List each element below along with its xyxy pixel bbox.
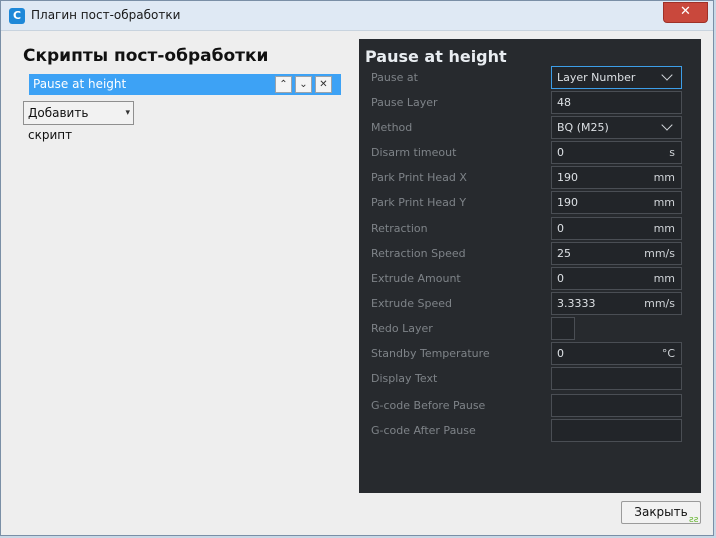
move-up-button[interactable]: ⌃ [275, 76, 292, 93]
resize-grip-icon[interactable]: ƨƨ [689, 515, 698, 525]
scripts-heading: Скрипты пост-обработки [23, 46, 269, 66]
setting-label: Park Print Head X [371, 171, 467, 184]
chevron-down-icon [661, 119, 673, 131]
setting-label: Redo Layer [371, 322, 433, 335]
setting-row: Park Print Head X 190 mm [359, 166, 701, 191]
setting-input[interactable]: 0 °C [551, 342, 682, 365]
window-close-button[interactable]: ✕ [663, 2, 708, 23]
setting-label: Pause at [371, 71, 418, 84]
setting-value: 3.3333 [557, 297, 596, 310]
settings-panel: Pause at height Pause at Layer Number Paus… [359, 39, 701, 493]
setting-label: Disarm timeout [371, 146, 457, 159]
setting-unit: °C [661, 347, 675, 360]
add-script-label: Добавить скрипт [28, 106, 89, 142]
setting-value: Layer Number [557, 71, 636, 84]
setting-input[interactable] [551, 394, 682, 417]
setting-row: Display Text [359, 367, 701, 392]
setting-label: Park Print Head Y [371, 196, 467, 209]
setting-value: 190 [557, 171, 578, 184]
setting-label: G-code After Pause [371, 424, 476, 437]
setting-value: BQ (M25) [557, 121, 609, 134]
setting-unit: mm/s [644, 297, 675, 310]
setting-row: G-code Before Pause [359, 394, 701, 419]
title-bar[interactable]: C Плагин пост-обработки ✕ [1, 1, 713, 31]
setting-unit: s [669, 146, 675, 159]
setting-value: 0 [557, 347, 564, 360]
move-down-button[interactable]: ⌄ [295, 76, 312, 93]
setting-value: 48 [557, 96, 571, 109]
setting-row: Retraction 0 mm [359, 217, 701, 242]
setting-label: Display Text [371, 372, 438, 385]
setting-input[interactable] [551, 419, 682, 442]
remove-script-button[interactable]: ✕ [315, 76, 332, 93]
setting-row: Extrude Amount 0 mm [359, 267, 701, 292]
setting-label: Method [371, 121, 413, 134]
setting-unit: mm [653, 196, 675, 209]
redo-layer-checkbox[interactable] [551, 317, 575, 340]
script-item-label: Pause at height [33, 77, 127, 91]
setting-label: Standby Temperature [371, 347, 490, 360]
setting-value: 25 [557, 247, 571, 260]
setting-value: 0 [557, 272, 564, 285]
setting-label: Extrude Amount [371, 272, 461, 285]
chevron-down-icon [661, 69, 673, 81]
setting-row: Standby Temperature 0 °C [359, 342, 701, 367]
setting-row: Retraction Speed 25 mm/s [359, 242, 701, 267]
setting-value: 0 [557, 222, 564, 235]
setting-row: Method BQ (M25) [359, 116, 701, 141]
setting-label: Pause Layer [371, 96, 438, 109]
setting-unit: mm [653, 171, 675, 184]
setting-input[interactable]: 0 mm [551, 217, 682, 240]
setting-row: Park Print Head Y 190 mm [359, 191, 701, 216]
setting-dropdown[interactable]: BQ (M25) [551, 116, 682, 139]
setting-row: Redo Layer [359, 317, 701, 342]
plugin-window: C Плагин пост-обработки ✕ Скрипты пост-о… [0, 0, 714, 536]
setting-label: Retraction [371, 222, 428, 235]
setting-input[interactable]: 190 mm [551, 191, 682, 214]
setting-value: 0 [557, 146, 564, 159]
setting-row: Extrude Speed 3.3333 mm/s [359, 292, 701, 317]
setting-value: 190 [557, 196, 578, 209]
setting-input[interactable]: 25 mm/s [551, 242, 682, 265]
setting-input[interactable]: 3.3333 mm/s [551, 292, 682, 315]
setting-row: Pause at Layer Number [359, 66, 701, 91]
setting-row: Pause Layer 48 [359, 91, 701, 116]
setting-label: Extrude Speed [371, 297, 452, 310]
setting-dropdown[interactable]: Layer Number [551, 66, 682, 89]
setting-row: G-code After Pause [359, 419, 701, 444]
setting-input[interactable]: 0 mm [551, 267, 682, 290]
setting-input[interactable] [551, 367, 682, 390]
setting-row: Disarm timeout 0 s [359, 141, 701, 166]
setting-label: G-code Before Pause [371, 399, 486, 412]
setting-input[interactable]: 48 [551, 91, 682, 114]
script-list-item[interactable]: Pause at height ⌃ ⌄ ✕ [29, 74, 341, 95]
dropdown-arrow-icon: ▾ [125, 108, 130, 118]
window-title: Плагин пост-обработки [31, 8, 181, 22]
setting-unit: mm [653, 222, 675, 235]
settings-title: Pause at height [365, 47, 507, 66]
setting-input[interactable]: 0s [551, 141, 682, 164]
setting-unit: mm [653, 272, 675, 285]
setting-unit: mm/s [644, 247, 675, 260]
setting-label: Retraction Speed [371, 247, 466, 260]
setting-input[interactable]: 190 mm [551, 166, 682, 189]
app-icon: C [9, 8, 25, 24]
add-script-button[interactable]: Добавить скрипт ▾ [23, 101, 134, 142]
